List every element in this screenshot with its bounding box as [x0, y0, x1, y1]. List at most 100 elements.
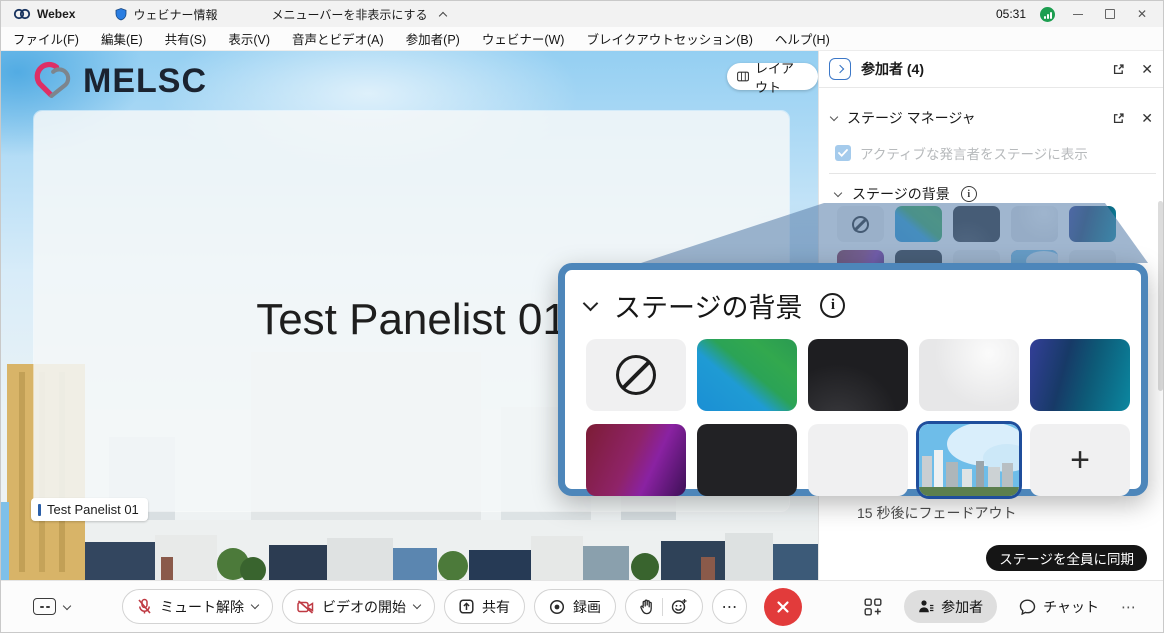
- active-speaker-label: アクティブな発言者をステージに表示: [860, 143, 1088, 163]
- toolbar-right: 参加者 チャット ⋯: [864, 590, 1163, 623]
- background-thumb-light-solid[interactable]: [808, 424, 908, 496]
- leave-webinar-button[interactable]: [764, 588, 802, 626]
- captions-control[interactable]: [33, 598, 70, 615]
- background-thumb-dark-wave[interactable]: [808, 339, 908, 411]
- layout-button-label: レイアウト: [755, 58, 804, 96]
- hide-menubar-button[interactable]: メニューバーを非表示にする: [271, 6, 427, 23]
- unmute-label: ミュート解除: [160, 597, 244, 617]
- info-icon[interactable]: i: [820, 293, 845, 318]
- divider: [829, 173, 1156, 174]
- menu-audio-video[interactable]: 音声とビデオ(A): [292, 29, 384, 48]
- popout-icon[interactable]: [1112, 112, 1125, 125]
- reactions-control: [625, 589, 703, 624]
- background-thumb-light-wave[interactable]: [919, 339, 1019, 411]
- stage-background-callout: ステージの背景 i +: [558, 263, 1148, 496]
- sync-stage-button[interactable]: ステージを全員に同期: [986, 545, 1147, 571]
- layout-button[interactable]: レイアウト: [727, 63, 818, 90]
- chevron-down-icon[interactable]: [583, 296, 599, 312]
- toolbar-more-button[interactable]: ⋯: [1121, 598, 1137, 616]
- panelist-name-badge-label: Test Panelist 01: [47, 502, 139, 517]
- background-thumb-city-selected[interactable]: [919, 424, 1019, 496]
- camera-off-icon: [297, 600, 314, 614]
- chat-toggle-label: チャット: [1043, 597, 1099, 617]
- background-thumb-dark-solid[interactable]: [697, 424, 797, 496]
- titlebar: Webex ウェビナー情報 メニューバーを非表示にする 05:31 ✕: [1, 1, 1163, 27]
- background-thumb-green-blue[interactable]: [895, 206, 942, 242]
- webex-logo-icon: [13, 8, 31, 20]
- menu-webinar[interactable]: ウェビナー(W): [482, 29, 565, 48]
- background-thumb-none[interactable]: [837, 206, 884, 242]
- info-icon[interactable]: i: [961, 186, 977, 202]
- callout-thumbnails: +: [565, 331, 1141, 496]
- stage-manager-header: ステージ マネージャ ✕: [819, 103, 1164, 133]
- chevron-up-icon[interactable]: [438, 11, 446, 19]
- more-options-button[interactable]: ⋯: [712, 589, 747, 624]
- emoji-reactions-icon[interactable]: [671, 598, 688, 615]
- chevron-down-icon[interactable]: [830, 113, 838, 121]
- stage-manager-title: ステージ マネージャ: [847, 108, 976, 128]
- stage-background-title: ステージの背景: [852, 184, 950, 204]
- menu-edit[interactable]: 編集(E): [101, 29, 143, 48]
- participants-panel-title: 参加者 (4): [861, 59, 924, 79]
- melsc-logo: MELSC: [29, 61, 207, 101]
- panel-scrollbar[interactable]: [1158, 201, 1163, 391]
- participants-icon: [918, 599, 934, 614]
- background-thumb-navy-teal[interactable]: [1069, 206, 1116, 242]
- background-thumb-dark-wave[interactable]: [953, 206, 1000, 242]
- layout-grid-icon: [737, 70, 749, 83]
- chat-bubble-icon: [1019, 599, 1036, 615]
- record-icon: [549, 599, 565, 615]
- minimize-button[interactable]: [1069, 5, 1087, 23]
- bottom-toolbar: ミュート解除 ビデオの開始 共有 録画 ⋯: [1, 580, 1163, 632]
- titlebar-left: Webex ウェビナー情報 メニューバーを非表示にする: [1, 6, 446, 23]
- participants-toggle-button[interactable]: 参加者: [904, 590, 997, 623]
- menu-file[interactable]: ファイル(F): [13, 29, 79, 48]
- stage-background-header: ステージの背景 i: [819, 181, 1164, 207]
- chevron-down-icon[interactable]: [834, 189, 842, 197]
- close-stage-manager-icon[interactable]: ✕: [1141, 111, 1153, 125]
- melsc-heart-icon: [29, 61, 75, 101]
- menubar: ファイル(F) 編集(E) 共有(S) 表示(V) 音声とビデオ(A) 参加者(…: [1, 27, 1163, 51]
- connection-quality-icon[interactable]: [1040, 7, 1055, 22]
- share-button[interactable]: 共有: [444, 589, 525, 624]
- plus-icon: +: [1070, 443, 1090, 477]
- divider: [662, 598, 663, 616]
- microphone-muted-icon: [137, 598, 152, 615]
- chat-toggle-button[interactable]: チャット: [1019, 597, 1099, 617]
- start-video-button[interactable]: ビデオの開始: [282, 589, 435, 624]
- menu-help[interactable]: ヘルプ(H): [775, 29, 830, 48]
- share-label: 共有: [482, 597, 510, 617]
- active-speaker-row: アクティブな発言者をステージに表示: [819, 143, 1164, 163]
- chevron-down-icon[interactable]: [251, 601, 259, 609]
- unmute-button[interactable]: ミュート解除: [122, 589, 273, 624]
- menu-share[interactable]: 共有(S): [165, 29, 207, 48]
- leave-x-icon: [776, 600, 790, 614]
- shield-icon: [115, 8, 127, 21]
- more-icon: ⋯: [722, 597, 738, 617]
- menu-breakout[interactable]: ブレイクアウトセッション(B): [586, 29, 752, 48]
- maximize-button[interactable]: [1101, 5, 1119, 23]
- background-thumb-magenta-purple[interactable]: [586, 424, 686, 496]
- collapse-panel-button[interactable]: [829, 58, 851, 80]
- close-participants-panel-icon[interactable]: ✕: [1141, 62, 1153, 76]
- menu-view[interactable]: 表示(V): [228, 29, 270, 48]
- chevron-down-icon[interactable]: [413, 601, 421, 609]
- background-thumb-light-wave[interactable]: [1011, 206, 1058, 242]
- chevron-down-icon[interactable]: [63, 601, 71, 609]
- active-speaker-bar: [38, 504, 41, 516]
- melsc-logo-text: MELSC: [83, 62, 207, 101]
- menu-participants[interactable]: 参加者(P): [406, 29, 460, 48]
- active-speaker-checkbox[interactable]: [835, 145, 851, 161]
- no-background-icon: [616, 355, 656, 395]
- apps-icon[interactable]: [864, 598, 882, 616]
- background-thumb-add[interactable]: +: [1030, 424, 1130, 496]
- record-button[interactable]: 録画: [534, 589, 616, 624]
- background-thumb-none[interactable]: [586, 339, 686, 411]
- background-thumb-navy-teal[interactable]: [1030, 339, 1130, 411]
- no-background-icon: [852, 216, 869, 233]
- background-thumb-green-blue[interactable]: [697, 339, 797, 411]
- webinar-info-button[interactable]: ウェビナー情報: [133, 6, 217, 23]
- close-window-button[interactable]: ✕: [1133, 5, 1151, 23]
- popout-icon[interactable]: [1112, 63, 1125, 76]
- raise-hand-icon[interactable]: [640, 599, 654, 615]
